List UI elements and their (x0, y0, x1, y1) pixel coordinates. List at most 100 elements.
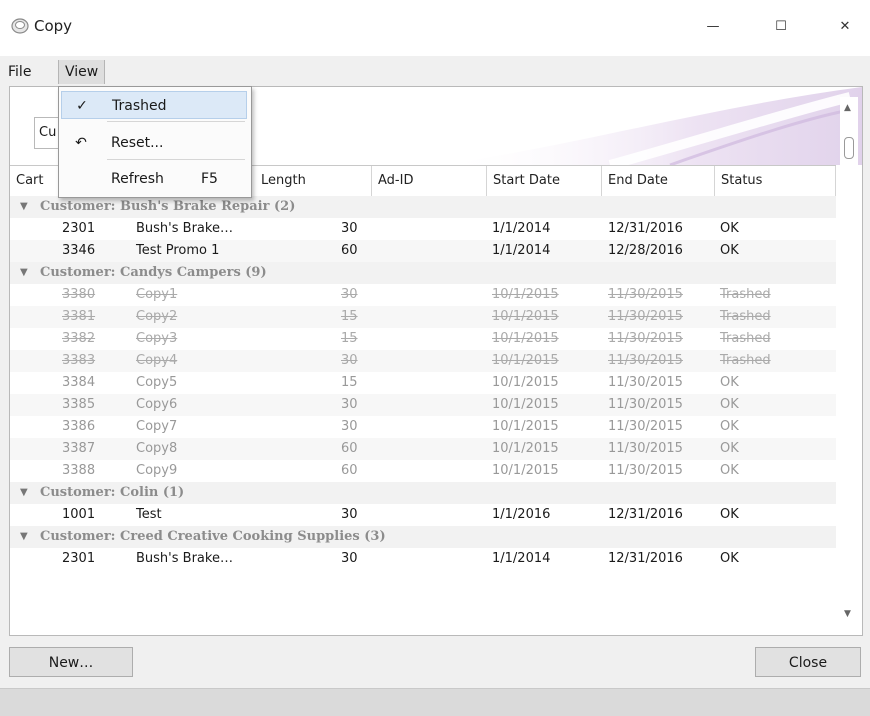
column-start-date[interactable]: Start Date (487, 166, 602, 196)
cell-status: OK (720, 419, 739, 434)
cell-name: Copy3 (136, 331, 178, 346)
cell-status: Trashed (720, 309, 771, 324)
cell-start: 10/1/2015 (492, 353, 559, 368)
cell-end: 12/31/2016 (608, 551, 683, 566)
cell-name: Copy8 (136, 441, 178, 456)
cell-end: 12/31/2016 (608, 221, 683, 236)
collapse-group-icon[interactable]: ▼ (20, 196, 28, 218)
cell-end: 11/30/2015 (608, 463, 683, 478)
table-row[interactable]: 3384 Copy5 15 10/1/2015 11/30/2015 OK (10, 372, 836, 394)
cell-start: 1/1/2016 (492, 507, 551, 522)
menu-item-label: Trashed (112, 98, 167, 114)
cell-start: 10/1/2015 (492, 309, 559, 324)
cell-name: Bush's Brake… (136, 221, 233, 236)
view-dropdown-menu: ✓ Trashed ↶ Reset... Refresh F5 (58, 86, 252, 198)
menu-item-refresh[interactable]: Refresh F5 (61, 165, 247, 193)
group-label: Customer: Colin (1) (40, 485, 185, 500)
column-end-date[interactable]: End Date (602, 166, 715, 196)
close-window-button[interactable]: ✕ (822, 10, 868, 44)
cell-length: 15 (341, 309, 358, 324)
maximize-button[interactable]: ☐ (758, 10, 804, 44)
cell-length: 15 (341, 331, 358, 346)
cell-end: 11/30/2015 (608, 441, 683, 456)
cell-end: 11/30/2015 (608, 353, 683, 368)
group-label: Customer: Bush's Brake Repair (2) (40, 199, 296, 214)
cell-cart: 3386 (62, 419, 96, 434)
column-length[interactable]: Length (255, 166, 372, 196)
group-row[interactable]: ▼ Customer: Bush's Brake Repair (2) (10, 196, 836, 218)
cell-cart: 2301 (62, 551, 96, 566)
table-row[interactable]: 2301 Bush's Brake… 30 1/1/2014 12/31/2016 OK (10, 548, 836, 570)
scroll-down-icon[interactable]: ▼ (844, 609, 851, 619)
cell-name: Copy6 (136, 397, 178, 412)
cell-end: 12/28/2016 (608, 243, 683, 258)
menu-item-reset[interactable]: ↶ Reset... (61, 129, 247, 157)
cell-length: 60 (341, 463, 358, 478)
column-status[interactable]: Status (715, 166, 836, 196)
group-label: Customer: Creed Creative Cooking Supplie… (40, 529, 386, 544)
scroll-thumb[interactable] (844, 137, 854, 159)
cell-name: Copy9 (136, 463, 178, 478)
cell-length: 30 (341, 353, 358, 368)
group-label: Customer: Candys Campers (9) (40, 265, 267, 280)
cell-end: 11/30/2015 (608, 419, 683, 434)
cell-name: Copy2 (136, 309, 178, 324)
status-bar (0, 688, 870, 716)
cell-name: Test Promo 1 (136, 243, 220, 258)
cell-start: 10/1/2015 (492, 463, 559, 478)
table-row[interactable]: 3382 Copy3 15 10/1/2015 11/30/2015 Trashed (10, 328, 836, 350)
cell-start: 1/1/2014 (492, 551, 551, 566)
table-row[interactable]: 2301 Bush's Brake… 30 1/1/2014 12/31/2016 OK (10, 218, 836, 240)
cell-length: 30 (341, 221, 358, 236)
cell-status: OK (720, 375, 739, 390)
cell-status: Trashed (720, 331, 771, 346)
group-row[interactable]: ▼ Customer: Colin (1) (10, 482, 836, 504)
cell-start: 10/1/2015 (492, 397, 559, 412)
cell-start: 10/1/2015 (492, 441, 559, 456)
cell-length: 15 (341, 375, 358, 390)
cell-status: OK (720, 507, 739, 522)
vertical-scrollbar[interactable]: ▲ ▼ (840, 97, 858, 629)
menu-file[interactable]: File (2, 61, 37, 83)
cell-end: 11/30/2015 (608, 375, 683, 390)
cell-status: Trashed (720, 353, 771, 368)
cell-length: 30 (341, 397, 358, 412)
column-adid[interactable]: Ad-ID (372, 166, 487, 196)
minimize-button[interactable]: — (690, 10, 736, 44)
menu-item-trashed[interactable]: ✓ Trashed (61, 91, 247, 119)
cell-status: OK (720, 551, 739, 566)
cell-cart: 3387 (62, 441, 96, 456)
cell-length: 30 (341, 287, 358, 302)
menu-separator (107, 159, 245, 160)
close-button[interactable]: Close (755, 647, 861, 677)
group-row[interactable]: ▼ Customer: Candys Campers (9) (10, 262, 836, 284)
cell-name: Copy1 (136, 287, 178, 302)
table-row[interactable]: 3381 Copy2 15 10/1/2015 11/30/2015 Trashed (10, 306, 836, 328)
table-row[interactable]: 3386 Copy7 30 10/1/2015 11/30/2015 OK (10, 416, 836, 438)
collapse-group-icon[interactable]: ▼ (20, 482, 28, 504)
cell-status: OK (720, 221, 739, 236)
undo-icon: ↶ (75, 135, 87, 151)
table-row[interactable]: 3388 Copy9 60 10/1/2015 11/30/2015 OK (10, 460, 836, 482)
group-row[interactable]: ▼ Customer: Creed Creative Cooking Suppli… (10, 526, 836, 548)
table-row[interactable]: 3383 Copy4 30 10/1/2015 11/30/2015 Trashed (10, 350, 836, 372)
table-row[interactable]: 3346 Test Promo 1 60 1/1/2014 12/28/2016 OK (10, 240, 836, 262)
scroll-up-icon[interactable]: ▲ (844, 103, 851, 113)
cell-end: 12/31/2016 (608, 507, 683, 522)
table-row[interactable]: 3380 Copy1 30 10/1/2015 11/30/2015 Trashed (10, 284, 836, 306)
cell-cart: 3385 (62, 397, 96, 412)
table-row[interactable]: 1001 Test 30 1/1/2016 12/31/2016 OK (10, 504, 836, 526)
menu-item-shortcut: F5 (201, 171, 218, 187)
cell-end: 11/30/2015 (608, 397, 683, 412)
collapse-group-icon[interactable]: ▼ (20, 262, 28, 284)
table-row[interactable]: 3387 Copy8 60 10/1/2015 11/30/2015 OK (10, 438, 836, 460)
menu-view[interactable]: View (58, 60, 106, 84)
cell-cart: 3383 (62, 353, 96, 368)
check-icon: ✓ (76, 98, 88, 114)
new-button[interactable]: New… (9, 647, 133, 677)
menu-item-label: Reset... (111, 135, 164, 151)
table-row[interactable]: 3385 Copy6 30 10/1/2015 11/30/2015 OK (10, 394, 836, 416)
cell-start: 10/1/2015 (492, 331, 559, 346)
collapse-group-icon[interactable]: ▼ (20, 526, 28, 548)
cell-start: 1/1/2014 (492, 221, 551, 236)
